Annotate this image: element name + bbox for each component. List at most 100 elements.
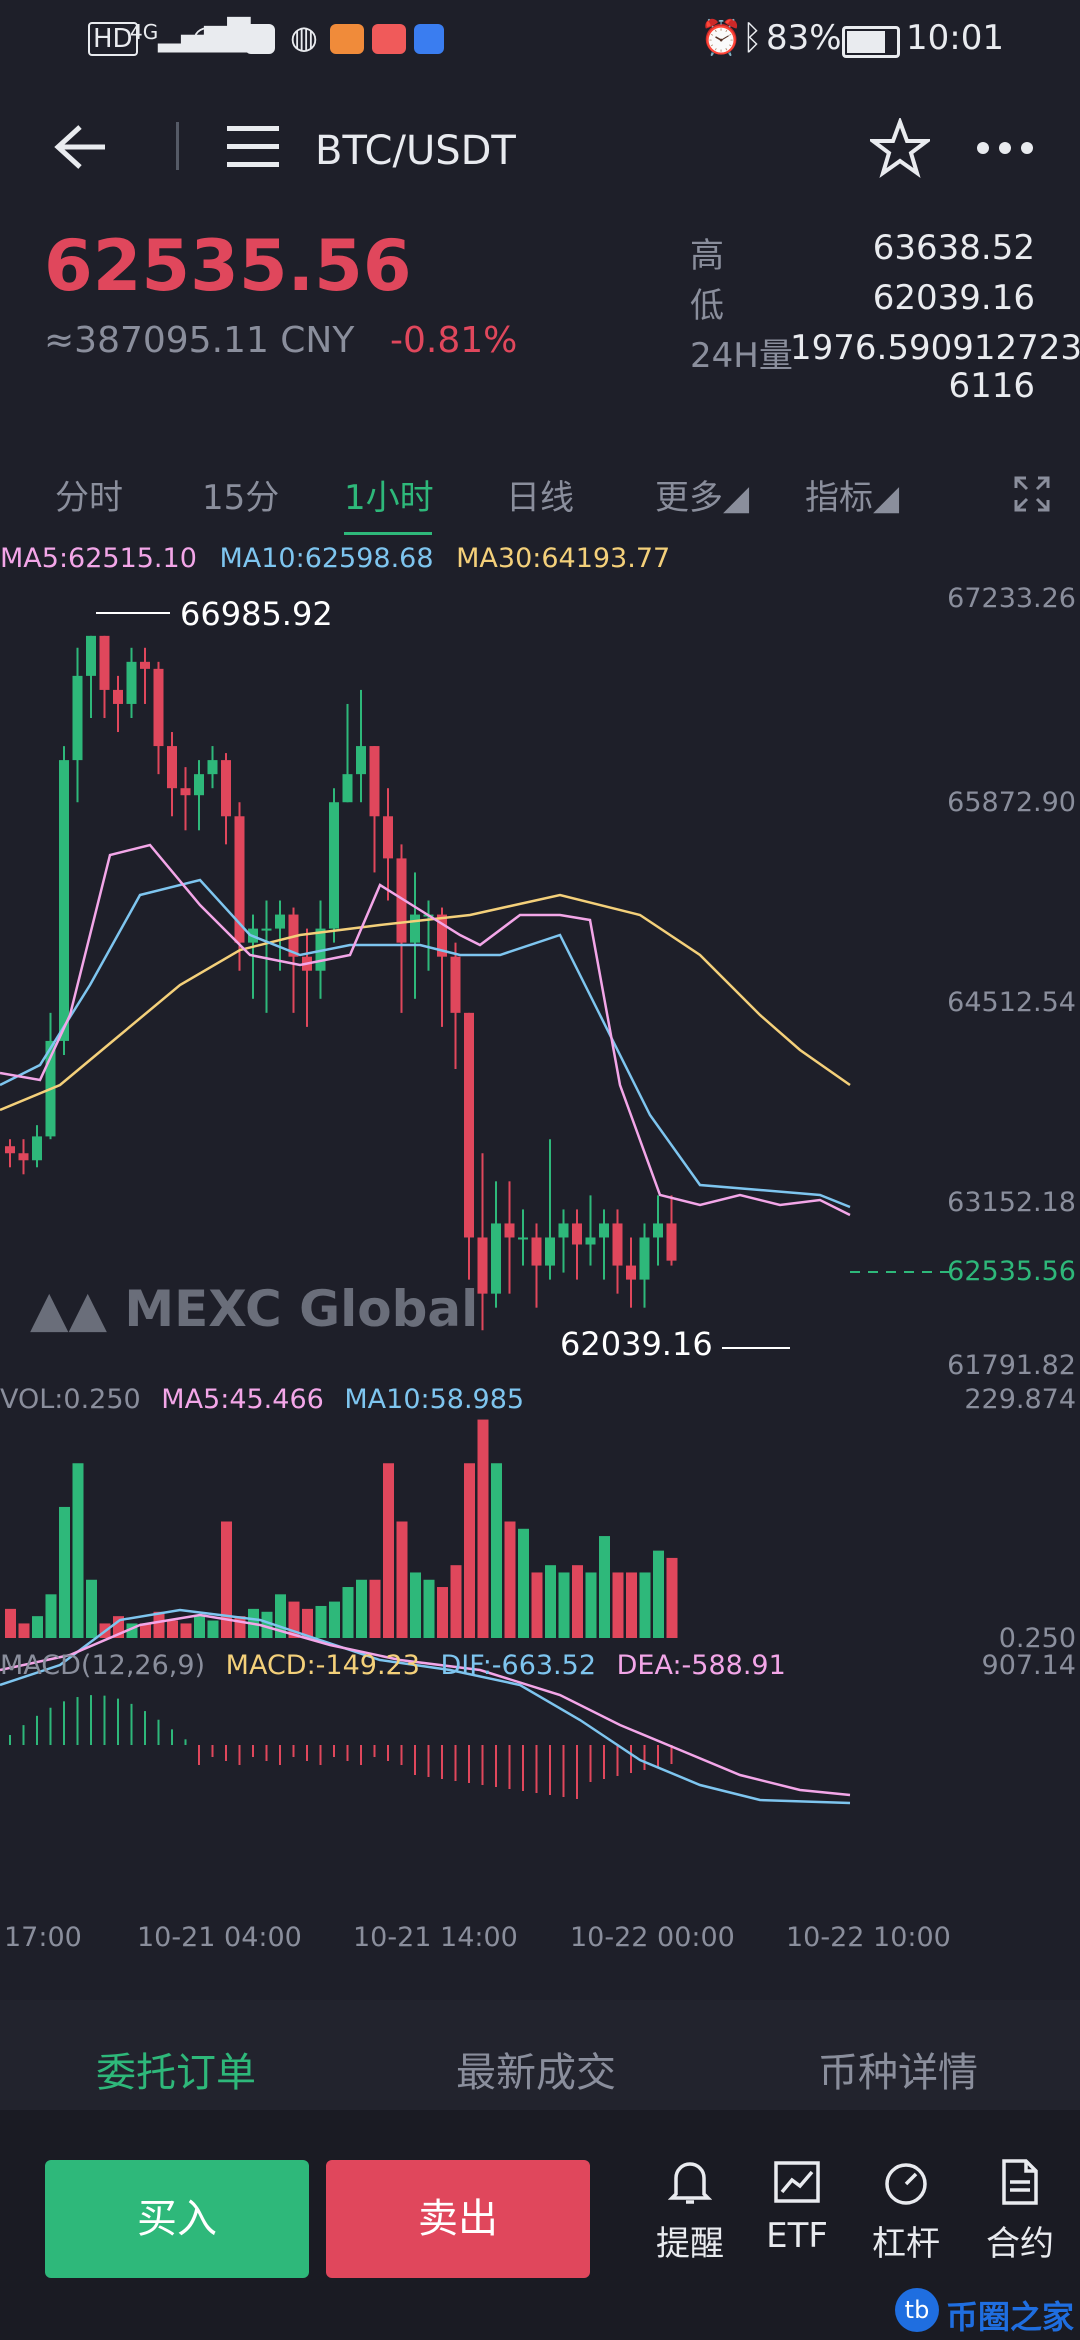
cny-price: ≈387095.11 CNY — [44, 320, 355, 361]
pair-title[interactable]: BTC/USDT — [315, 128, 516, 174]
current-price-tag: 62535.56 — [947, 1256, 1076, 1287]
divider — [176, 122, 179, 170]
candle-body — [572, 1223, 582, 1245]
candle-body — [585, 1237, 596, 1245]
candle-body — [410, 914, 420, 943]
mexc-logo-icon: ▲▲ — [30, 1280, 107, 1338]
battery-icon — [842, 26, 900, 58]
tab-15min[interactable]: 15分 — [202, 470, 279, 519]
volume-bar — [423, 1579, 435, 1638]
status-bar: HD 4G ▂▄▆█ 1 ◎ ◍ ⏰ ᛒ 83% 10:01 — [0, 0, 1080, 80]
candle-body — [140, 661, 150, 669]
wifi-icon: ◎ — [192, 18, 220, 56]
futures-label: 合约 — [986, 2224, 1054, 2264]
y-tick: 65872.90 — [947, 787, 1076, 818]
sell-button[interactable]: 卖出 — [326, 2160, 590, 2278]
fullscreen-icon[interactable] — [1014, 476, 1050, 512]
etf-label: ETF — [766, 2216, 828, 2256]
volume-bar — [599, 1536, 610, 1638]
volume-bar — [315, 1605, 327, 1638]
candle-body — [531, 1237, 542, 1266]
corner-watermark: 币圈之家 — [946, 2298, 1075, 2336]
watermark: ▲▲ MEXC Global — [30, 1280, 478, 1338]
candle-body — [464, 1012, 474, 1238]
macd-legend: MACD(12,26,9) MACD:-149.23 DIF:-663.52 D… — [0, 1650, 786, 1681]
candle-body — [153, 668, 164, 747]
volume-bar — [504, 1521, 516, 1638]
volume-bar — [558, 1572, 570, 1638]
ma5-legend: MA5:62515.10 — [0, 543, 197, 574]
volume-bar — [450, 1565, 462, 1638]
candle-body — [180, 788, 191, 796]
candle-body — [612, 1223, 623, 1266]
etf-action[interactable]: ETF — [747, 2158, 847, 2256]
menu-icon[interactable] — [225, 122, 281, 172]
volume-bar — [167, 1620, 178, 1638]
tab-indicators[interactable]: 指标◢ — [805, 470, 899, 519]
vol24-value: 1976.590912723 — [790, 328, 1080, 368]
buy-button[interactable]: 买入 — [45, 2160, 309, 2278]
futures-action[interactable]: 合约 — [970, 2158, 1070, 2265]
volume-bar — [383, 1463, 394, 1638]
volume-bar — [545, 1565, 556, 1638]
dif-value: DIF:-663.52 — [440, 1650, 597, 1681]
change-percent: -0.81% — [390, 320, 518, 361]
candle-body — [194, 774, 204, 796]
x-tick: 10-21 14:00 — [353, 1922, 518, 1953]
high-marker-label: 66985.92 — [180, 595, 333, 633]
tab-fenshi[interactable]: 分时 — [55, 470, 123, 519]
volume-bar — [585, 1572, 597, 1638]
candle-body — [32, 1136, 42, 1161]
bell-icon — [667, 2162, 713, 2204]
bluetooth-icon: ᛒ — [742, 18, 763, 58]
low-label: 低 — [690, 286, 724, 326]
macd-title: MACD(12,26,9) — [0, 1650, 206, 1681]
battery-percent: 83% — [766, 18, 842, 58]
ma30-legend: MA30:64193.77 — [456, 543, 671, 574]
x-tick: 17:00 — [4, 1922, 82, 1953]
candle-body — [666, 1223, 677, 1261]
candle-body — [558, 1223, 569, 1238]
star-favorite-icon[interactable] — [870, 118, 930, 178]
alert-action[interactable]: 提醒 — [640, 2158, 740, 2265]
kline-chart[interactable] — [0, 535, 1080, 1980]
volume-bar — [18, 1623, 30, 1638]
tab-daily[interactable]: 日线 — [506, 470, 574, 519]
leverage-action[interactable]: 杠杆 — [856, 2158, 956, 2265]
tab-open-orders[interactable]: 委托订单 — [96, 2040, 256, 2098]
tab-more[interactable]: 更多◢ — [655, 470, 749, 519]
back-arrow-icon[interactable] — [50, 122, 110, 172]
more-dots-icon[interactable] — [975, 140, 1035, 156]
tab-latest-trades[interactable]: 最新成交 — [456, 2040, 616, 2098]
tab-1hour[interactable]: 1小时 — [344, 470, 434, 519]
volume-bar — [572, 1565, 583, 1638]
low-marker-label: 62039.16 — [560, 1325, 713, 1363]
volume-bar — [356, 1579, 367, 1638]
candle-body — [329, 802, 339, 929]
candle-body — [221, 760, 231, 817]
volume-bar — [477, 1419, 489, 1638]
candle-body — [59, 760, 69, 1041]
candle-body — [639, 1237, 650, 1280]
candle-body — [5, 1146, 15, 1154]
candle-body — [342, 774, 353, 803]
volume-bar — [329, 1601, 340, 1638]
volume-bar — [32, 1616, 43, 1638]
chart-line-icon — [774, 2161, 820, 2203]
volume-bar — [342, 1587, 354, 1638]
volume-bar — [437, 1587, 448, 1638]
volume-bar — [45, 1594, 57, 1638]
signal-4g-icon: 4G — [130, 20, 159, 44]
huawei-app-icon — [245, 24, 275, 54]
macd-value: MACD:-149.23 — [225, 1650, 420, 1681]
vol-max-tick: 229.874 — [964, 1384, 1076, 1415]
candle-body — [113, 689, 123, 704]
candle-body — [450, 956, 461, 1013]
gauge-icon — [885, 2163, 927, 2205]
basketball-app-icon: ◍ — [290, 18, 318, 56]
volume-bar — [626, 1572, 637, 1638]
site-badge-icon: tb — [895, 2288, 939, 2332]
volume-bar — [518, 1528, 529, 1638]
tab-coin-details[interactable]: 币种详情 — [818, 2040, 978, 2098]
vol-ma10-legend: MA10:58.985 — [344, 1384, 525, 1415]
